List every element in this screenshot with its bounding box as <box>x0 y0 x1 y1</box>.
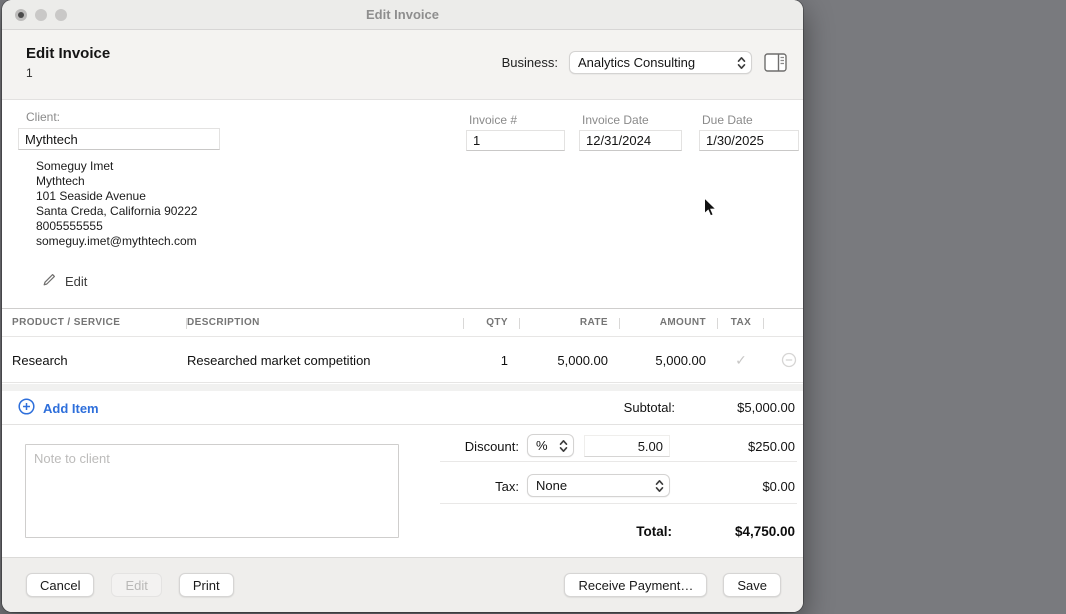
toggle-sidebar-icon[interactable] <box>763 53 787 73</box>
discount-label: Discount: <box>465 439 519 454</box>
cancel-button[interactable]: Cancel <box>26 573 94 597</box>
client-address-line: Someguy Imet <box>36 159 197 174</box>
subtotal-row: Add Item Subtotal: $5,000.00 <box>2 391 803 425</box>
section-divider-band <box>2 384 803 391</box>
receive-payment-button[interactable]: Receive Payment… <box>564 573 707 597</box>
line-item-product[interactable]: Research <box>12 353 187 368</box>
tax-selected-value: None <box>528 478 655 493</box>
tax-value: $0.00 <box>762 479 795 494</box>
discount-amount-input[interactable] <box>584 435 670 457</box>
note-to-client-textarea[interactable] <box>25 444 399 538</box>
print-button[interactable]: Print <box>179 573 234 597</box>
invoice-date-input[interactable] <box>579 130 682 151</box>
window-titlebar: Edit Invoice <box>2 0 803 30</box>
client-label: Client: <box>26 110 60 124</box>
edit-button: Edit <box>111 573 161 597</box>
client-address-line: Mythtech <box>36 174 197 189</box>
column-header-description: DESCRIPTION <box>187 309 464 336</box>
client-address-line: Santa Creda, California 90222 <box>36 204 197 219</box>
business-label: Business: <box>502 55 558 70</box>
client-name-input[interactable] <box>18 128 220 150</box>
business-selected-value: Analytics Consulting <box>570 55 737 70</box>
column-header-amount: AMOUNT <box>620 309 718 336</box>
business-select[interactable]: Analytics Consulting <box>569 51 752 74</box>
column-header-product: PRODUCT / SERVICE <box>12 309 187 336</box>
add-item-label: Add Item <box>43 401 99 416</box>
column-header-qty: QTY <box>464 309 520 336</box>
line-item-row[interactable]: Research Researched market competition 1… <box>2 338 803 383</box>
tax-label: Tax: <box>495 479 519 494</box>
window-title: Edit Invoice <box>366 7 439 22</box>
edit-client-label: Edit <box>65 274 87 289</box>
invoice-header-band: Edit Invoice 1 Business: Analytics Consu… <box>2 30 803 100</box>
minimize-window-icon[interactable] <box>35 9 47 21</box>
invoice-date-label: Invoice Date <box>582 113 649 127</box>
client-section: Client: Someguy Imet Mythtech 101 Seasid… <box>2 101 803 308</box>
column-header-rate: RATE <box>520 309 620 336</box>
due-date-input[interactable] <box>699 130 799 151</box>
line-item-rate[interactable]: 5,000.00 <box>520 353 620 368</box>
client-address: Someguy Imet Mythtech 101 Seaside Avenue… <box>36 159 197 249</box>
close-window-icon[interactable] <box>15 9 27 21</box>
column-header-tax: TAX <box>718 309 764 336</box>
client-address-line: 8005555555 <box>36 219 197 234</box>
footer-bar: Cancel Edit Print Receive Payment… Save <box>2 557 803 612</box>
discount-unit-value: % <box>528 438 559 453</box>
edit-invoice-window: Edit Invoice Edit Invoice 1 Business: An… <box>2 0 803 612</box>
chevron-up-down-icon <box>655 479 664 493</box>
plus-circle-icon <box>18 398 35 418</box>
invoice-number-label: Invoice # <box>469 113 517 127</box>
tax-select[interactable]: None <box>527 474 670 497</box>
due-date-label: Due Date <box>702 113 753 127</box>
save-button[interactable]: Save <box>723 573 781 597</box>
discount-value: $250.00 <box>748 439 795 454</box>
chevron-up-down-icon <box>559 439 568 453</box>
line-item-qty[interactable]: 1 <box>464 353 520 368</box>
totals-section: Discount: % $250.00 Tax: None $0.00 Tota… <box>2 426 803 557</box>
client-address-line: 101 Seaside Avenue <box>36 189 197 204</box>
subtotal-label: Subtotal: <box>624 400 675 415</box>
total-value: $4,750.00 <box>735 524 795 539</box>
pencil-icon <box>42 272 57 290</box>
subtotal-value: $5,000.00 <box>737 400 795 415</box>
total-label: Total: <box>636 524 672 539</box>
invoice-number-input[interactable] <box>466 130 565 151</box>
line-item-description[interactable]: Researched market competition <box>187 353 464 368</box>
zoom-window-icon[interactable] <box>55 9 67 21</box>
line-item-amount[interactable]: 5,000.00 <box>620 353 718 368</box>
invoice-number-subtitle: 1 <box>26 66 33 80</box>
chevron-up-down-icon <box>737 56 746 70</box>
traffic-lights <box>15 9 67 21</box>
divider <box>440 461 797 462</box>
edit-client-button[interactable]: Edit <box>42 272 87 290</box>
divider <box>440 503 797 504</box>
discount-unit-select[interactable]: % <box>527 434 574 457</box>
remove-row-icon[interactable] <box>764 352 797 368</box>
line-items-header: PRODUCT / SERVICE DESCRIPTION QTY RATE A… <box>2 308 803 337</box>
page-title: Edit Invoice <box>26 45 110 62</box>
client-address-line: someguy.imet@mythtech.com <box>36 234 197 249</box>
add-item-button[interactable]: Add Item <box>18 398 99 418</box>
tax-checked-icon[interactable]: ✓ <box>718 352 764 369</box>
